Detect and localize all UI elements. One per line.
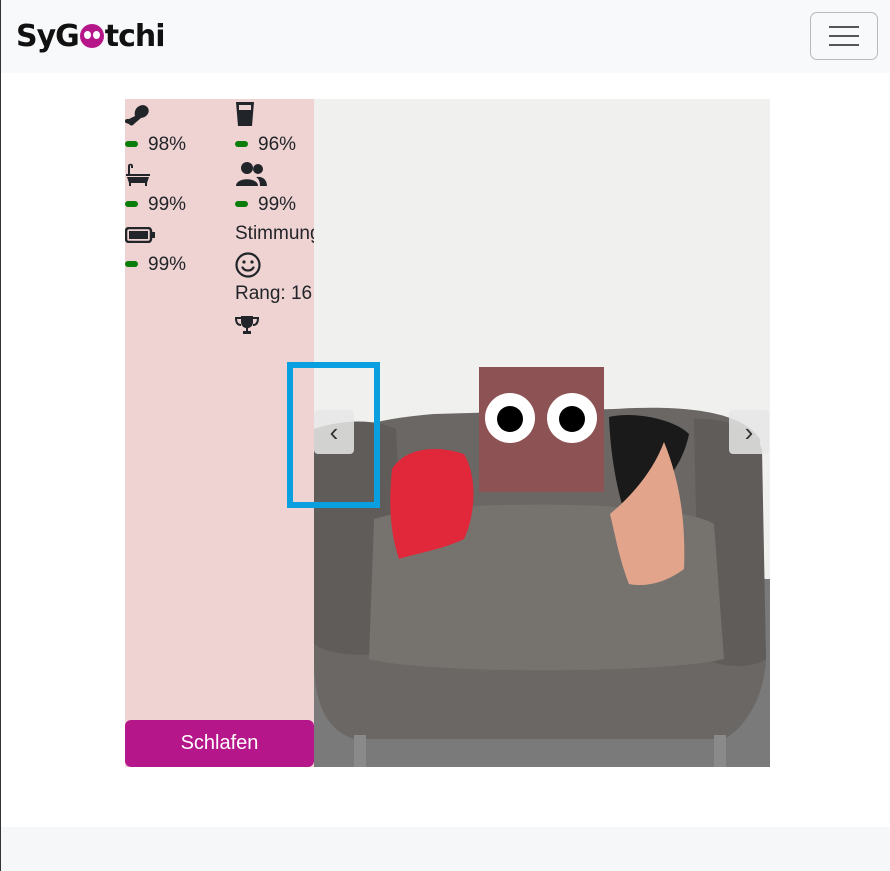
focus-highlight-box	[287, 362, 380, 508]
hamburger-icon-line	[829, 44, 859, 46]
pet-eye-left	[485, 393, 535, 443]
pet-room-image: ‹ ›	[314, 99, 770, 767]
rank-label: Rang: 16	[235, 283, 313, 304]
brand-text-suffix: tchi	[104, 18, 166, 54]
thirst-bar	[235, 141, 248, 147]
hunger-bar	[125, 141, 138, 147]
stats-panel: 98% 96% 99% 99% 99% Stimmung Rang: 16	[125, 99, 314, 767]
hunger-percent: 98%	[148, 134, 187, 155]
pet-eye-right	[547, 393, 597, 443]
mood-label: Stimmung	[235, 223, 314, 244]
pet-sygotchi[interactable]	[479, 367, 604, 492]
thirst-percent: 96%	[258, 134, 297, 155]
sleep-button[interactable]: Schlafen	[125, 720, 314, 767]
hamburger-icon-line	[829, 35, 859, 37]
social-bar	[235, 201, 248, 207]
pet-pupil-left	[497, 406, 523, 432]
hygiene-percent: 99%	[148, 194, 187, 215]
hamburger-icon-line	[829, 26, 859, 28]
brand-text-prefix: SyG	[16, 18, 80, 54]
energy-percent: 99%	[148, 254, 187, 275]
trophy-icon	[235, 316, 259, 334]
footer	[1, 827, 890, 871]
pet-pupil-right	[559, 406, 585, 432]
bathtub-icon	[126, 163, 150, 186]
drumstick-icon	[125, 105, 149, 126]
energy-bar	[125, 261, 138, 267]
logo-eyes-icon	[79, 24, 104, 48]
smiley-icon	[235, 252, 261, 278]
glass-icon	[236, 102, 254, 126]
carousel-next-button[interactable]: ›	[729, 410, 769, 454]
social-percent: 99%	[258, 194, 297, 215]
users-icon	[236, 162, 267, 186]
brand-logo[interactable]: SyG tchi	[16, 14, 166, 58]
navbar: SyG tchi	[1, 0, 890, 73]
hygiene-bar	[125, 201, 138, 207]
menu-toggle-button[interactable]	[810, 12, 878, 60]
page-left-border	[0, 0, 1, 871]
battery-icon	[125, 227, 155, 243]
